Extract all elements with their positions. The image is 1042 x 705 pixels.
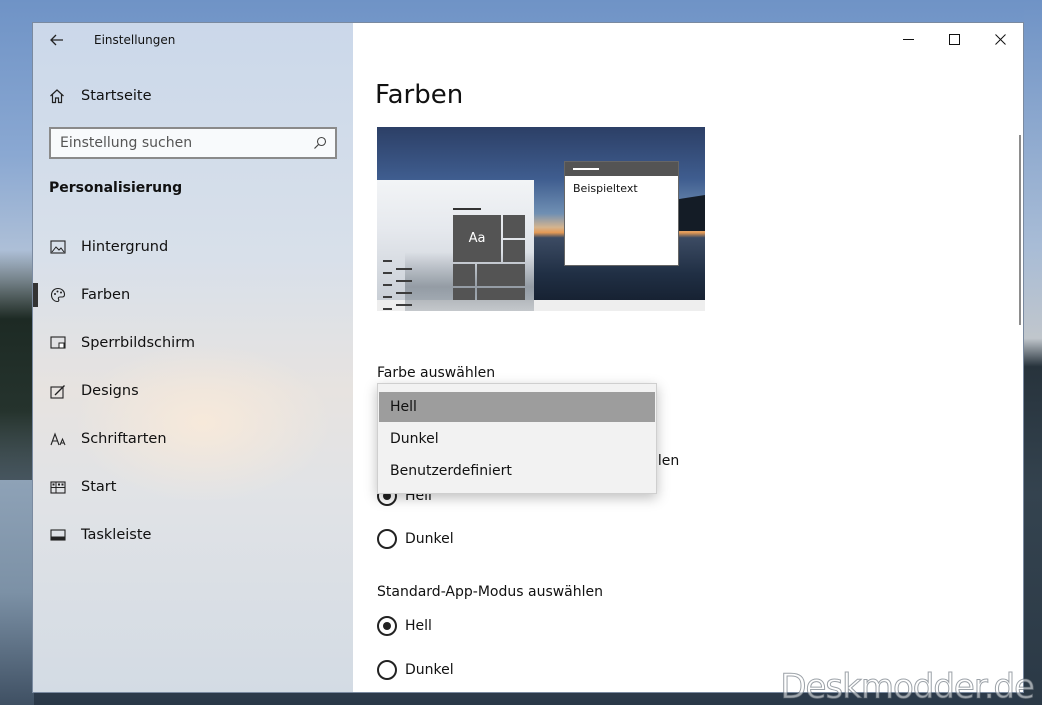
preview-sample-window: Beispieltext bbox=[564, 161, 679, 266]
color-select-dropdown[interactable]: Hell Dunkel Benutzerdefiniert bbox=[377, 383, 657, 494]
radio-label: Dunkel bbox=[405, 531, 454, 547]
radio-label: Hell bbox=[405, 618, 432, 634]
sidebar-item-label: Farben bbox=[81, 287, 131, 303]
preview-tile: Aa bbox=[453, 215, 501, 262]
desktop-background bbox=[0, 250, 34, 480]
radio-label: Dunkel bbox=[405, 662, 454, 678]
palette-icon bbox=[49, 287, 67, 303]
sidebar-nav: Hintergrund Farben Sperrbildschirm Desig… bbox=[33, 223, 353, 559]
back-arrow-icon bbox=[50, 34, 63, 46]
sidebar-item-taskleiste[interactable]: Taskleiste bbox=[33, 511, 353, 559]
sidebar-item-label: Schriftarten bbox=[81, 431, 167, 447]
radio-button[interactable] bbox=[377, 616, 397, 636]
app-mode-hell-radio[interactable]: Hell bbox=[377, 615, 432, 637]
page-title: Farben bbox=[375, 80, 464, 110]
search-icon[interactable] bbox=[313, 136, 327, 150]
sidebar: Einstellungen Startseite Personalisierun… bbox=[33, 23, 353, 692]
sidebar-item-label: Designs bbox=[81, 383, 139, 399]
radio-button[interactable] bbox=[377, 529, 397, 549]
section-title: Personalisierung bbox=[49, 180, 183, 196]
sidebar-item-farben[interactable]: Farben bbox=[33, 271, 353, 319]
dropdown-option-benutzerdefiniert[interactable]: Benutzerdefiniert bbox=[379, 456, 655, 486]
sidebar-item-designs[interactable]: Designs bbox=[33, 367, 353, 415]
window-controls bbox=[885, 23, 1023, 55]
sample-text: Beispieltext bbox=[573, 182, 638, 195]
sidebar-item-label: Start bbox=[81, 479, 117, 495]
home-icon bbox=[49, 88, 67, 104]
watermark: Deskmodder.de bbox=[780, 667, 1036, 705]
windows-mode-dunkel-radio[interactable]: Dunkel bbox=[377, 528, 454, 550]
sidebar-item-label: Hintergrund bbox=[81, 239, 169, 255]
color-preview: Aa Beispieltext bbox=[377, 127, 705, 311]
lock-screen-icon bbox=[49, 336, 67, 350]
sidebar-item-sperrbildschirm[interactable]: Sperrbildschirm bbox=[33, 319, 353, 367]
designs-icon bbox=[49, 384, 67, 399]
title-bar: Einstellungen bbox=[33, 23, 353, 57]
search-input[interactable] bbox=[51, 135, 301, 151]
sidebar-item-schriftarten[interactable]: Schriftarten bbox=[33, 415, 353, 463]
image-icon bbox=[49, 240, 67, 254]
dropdown-option-hell[interactable]: Hell bbox=[379, 392, 655, 422]
color-select-label: Farbe auswählen bbox=[377, 365, 496, 381]
desktop-background-water bbox=[0, 480, 34, 705]
app-mode-dunkel-radio[interactable]: Dunkel bbox=[377, 659, 454, 681]
fonts-icon bbox=[49, 432, 67, 446]
minimize-button[interactable] bbox=[885, 23, 931, 55]
maximize-button[interactable] bbox=[931, 23, 977, 55]
back-button[interactable] bbox=[33, 23, 81, 57]
close-icon bbox=[994, 33, 1006, 45]
sidebar-item-label: Taskleiste bbox=[81, 527, 152, 543]
desktop-background-right bbox=[1024, 0, 1042, 705]
search-box[interactable] bbox=[49, 127, 337, 159]
close-button[interactable] bbox=[977, 23, 1023, 55]
sidebar-item-hintergrund[interactable]: Hintergrund bbox=[33, 223, 353, 271]
start-icon bbox=[49, 480, 67, 494]
app-title: Einstellungen bbox=[94, 33, 176, 47]
minimize-icon bbox=[902, 38, 914, 40]
sidebar-item-start[interactable]: Start bbox=[33, 463, 353, 511]
app-mode-label: Standard-App-Modus auswählen bbox=[377, 584, 604, 600]
scrollbar[interactable] bbox=[1019, 135, 1021, 325]
settings-window: Einstellungen Startseite Personalisierun… bbox=[32, 22, 1024, 693]
radio-button[interactable] bbox=[377, 660, 397, 680]
taskbar-icon bbox=[49, 529, 67, 541]
home-label: Startseite bbox=[81, 88, 152, 104]
maximize-icon bbox=[948, 33, 960, 45]
sidebar-item-label: Sperrbildschirm bbox=[81, 335, 196, 351]
main-content: Farben Aa Beispieltext Farbe auswählen h… bbox=[353, 23, 1023, 692]
home-link[interactable]: Startseite bbox=[33, 79, 353, 113]
dropdown-option-dunkel[interactable]: Dunkel bbox=[379, 424, 655, 454]
